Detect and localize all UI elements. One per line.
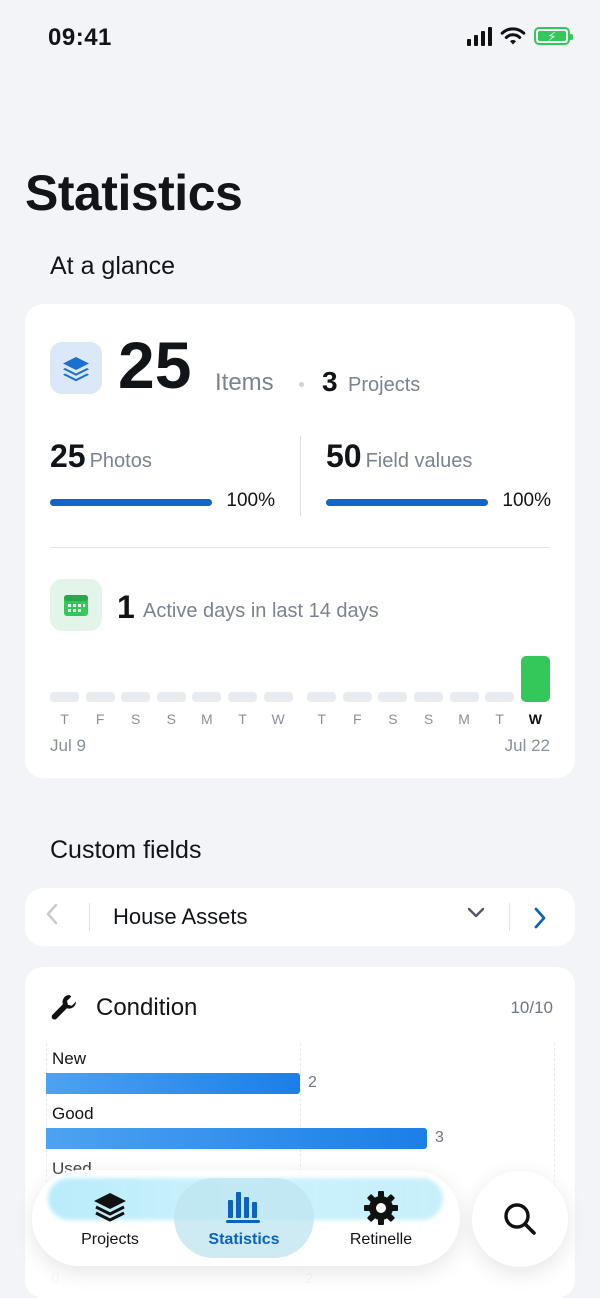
activity-day-label: W — [528, 711, 542, 727]
activity-day-bar — [85, 692, 115, 702]
project-selector[interactable]: House Assets — [113, 904, 248, 930]
chart-category-label: New — [52, 1049, 87, 1068]
field-values-count: 50 — [326, 438, 362, 474]
activity-day-bar — [520, 656, 550, 702]
layers-icon — [50, 342, 102, 394]
activity-day-label: T — [317, 711, 326, 727]
activity-day-label: F — [95, 711, 105, 727]
section-divider — [50, 547, 550, 548]
tab-statistics[interactable]: Statistics — [174, 1178, 314, 1258]
activity-day-label: S — [423, 711, 434, 727]
wifi-icon — [500, 27, 526, 45]
at-a-glance-heading: At a glance — [50, 252, 176, 280]
battery-icon: ⚡ — [534, 27, 573, 45]
projects-label: Projects — [348, 374, 421, 396]
activity-day-bar — [485, 692, 515, 702]
status-bar: 09:41 ⚡ — [0, 0, 600, 76]
tab-label: Statistics — [208, 1231, 280, 1248]
picker-divider — [89, 903, 90, 931]
active-days-label: Active days in last 14 days — [143, 600, 379, 622]
field-title: Condition — [96, 994, 198, 1021]
separator-dot — [299, 382, 304, 387]
tab-label: Projects — [81, 1231, 139, 1248]
field-values-percent: 100% — [502, 490, 551, 511]
active-days-count: 1 — [117, 589, 135, 625]
activity-day-bar — [228, 692, 257, 702]
chart-value-label: 3 — [435, 1129, 444, 1146]
activity-day-bar — [414, 692, 443, 702]
status-icons: ⚡ — [467, 26, 573, 46]
activity-day-label: T — [60, 711, 69, 727]
bar-chart-icon — [224, 1188, 264, 1229]
photos-progress-fill — [50, 499, 212, 506]
picker-divider — [509, 903, 510, 931]
previous-project-button[interactable] — [45, 902, 67, 932]
chart-category-label: Good — [52, 1104, 94, 1123]
field-values-label: Field values — [365, 450, 473, 472]
wrench-icon — [49, 992, 79, 1027]
activity-day-label: S — [388, 711, 398, 727]
activity-day-bar — [342, 692, 372, 702]
photos-progress-track — [50, 499, 212, 506]
photos-stat: 25 Photos 100% — [50, 438, 275, 511]
next-project-button[interactable] — [533, 906, 547, 935]
layers-icon — [90, 1188, 130, 1233]
activity-day-label: W — [271, 711, 285, 727]
activity-day-label: M — [201, 711, 213, 727]
activity-day-label: T — [495, 711, 504, 727]
project-picker: House Assets — [25, 888, 575, 946]
gear-icon — [361, 1188, 401, 1233]
page-title: Statistics — [25, 165, 243, 221]
chart-value-label: 2 — [308, 1074, 317, 1091]
activity-day-bar — [307, 692, 337, 702]
stat-divider — [300, 436, 301, 516]
search-button[interactable] — [472, 1171, 568, 1267]
activity-day-bar — [449, 692, 479, 702]
items-count: 25 — [118, 328, 192, 402]
activity-day-bar — [192, 692, 222, 702]
activity-start-date: Jul 9 — [50, 736, 86, 755]
projects-count: 3 — [322, 366, 338, 397]
search-icon — [504, 1203, 536, 1235]
tab-retinelle[interactable]: Retinelle — [311, 1178, 451, 1258]
photos-count: 25 — [50, 438, 86, 474]
activity-day-bar — [156, 692, 186, 702]
status-time: 09:41 — [48, 24, 112, 51]
field-values-progress-fill — [326, 499, 488, 506]
activity-day-bar — [378, 692, 408, 702]
tab-bar: Projects Statistics Retinelle — [32, 1170, 460, 1266]
activity-day-label: T — [238, 711, 247, 727]
activity-end-date: Jul 22 — [504, 736, 550, 755]
activity-day-bar — [121, 692, 151, 702]
field-values-progress-track — [326, 499, 488, 506]
field-count: 10/10 — [510, 998, 553, 1017]
activity-day-label: S — [166, 711, 176, 727]
photos-percent: 100% — [226, 490, 275, 511]
chart-bar — [46, 1073, 300, 1094]
tab-projects[interactable]: Projects — [40, 1178, 180, 1258]
activity-day-bar — [50, 692, 79, 702]
chart-bar — [46, 1128, 427, 1149]
field-values-stat: 50 Field values 100% — [326, 438, 551, 511]
tab-label: Retinelle — [349, 1231, 413, 1248]
calendar-icon — [50, 579, 102, 631]
photos-label: Photos — [89, 450, 152, 472]
cellular-signal-icon — [467, 26, 492, 46]
activity-day-label: M — [458, 711, 470, 727]
at-a-glance-card: 25 Items 3 Projects 25 Photos 100% 50 Fi… — [25, 304, 575, 778]
activity-day-bar — [263, 692, 293, 702]
chevron-down-icon[interactable] — [466, 906, 486, 925]
activity-day-label: S — [131, 711, 141, 727]
custom-fields-heading: Custom fields — [50, 836, 202, 864]
items-label: Items — [215, 369, 274, 396]
activity-day-label: F — [353, 711, 362, 727]
